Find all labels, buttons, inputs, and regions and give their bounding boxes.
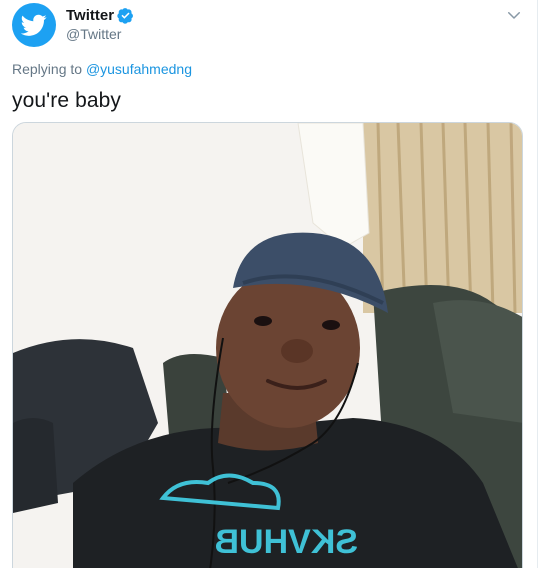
reply-mention-link[interactable]: @yusufahmedng: [86, 61, 192, 77]
author-handle[interactable]: @Twitter: [66, 26, 134, 42]
twitter-bird-icon: [21, 14, 47, 36]
verified-badge-icon: [117, 7, 134, 24]
avatar[interactable]: [12, 3, 56, 47]
tweet-photo[interactable]: SKVHUB: [12, 122, 523, 568]
tweet-text: you're baby: [12, 89, 122, 112]
shirt-logo-text: SKVHUB: [214, 523, 358, 561]
name-row: Twitter: [66, 7, 134, 24]
tweet-card: Twitter @Twitter Replying to @yusufahmed…: [0, 0, 538, 568]
reply-prefix: Replying to: [12, 61, 83, 77]
author-display-name[interactable]: Twitter: [66, 7, 114, 24]
author-names: Twitter @Twitter: [66, 7, 134, 42]
tweet-header: Twitter @Twitter: [12, 3, 134, 47]
chevron-down-icon[interactable]: [505, 6, 523, 24]
reply-context: Replying to @yusufahmedng: [12, 61, 192, 77]
